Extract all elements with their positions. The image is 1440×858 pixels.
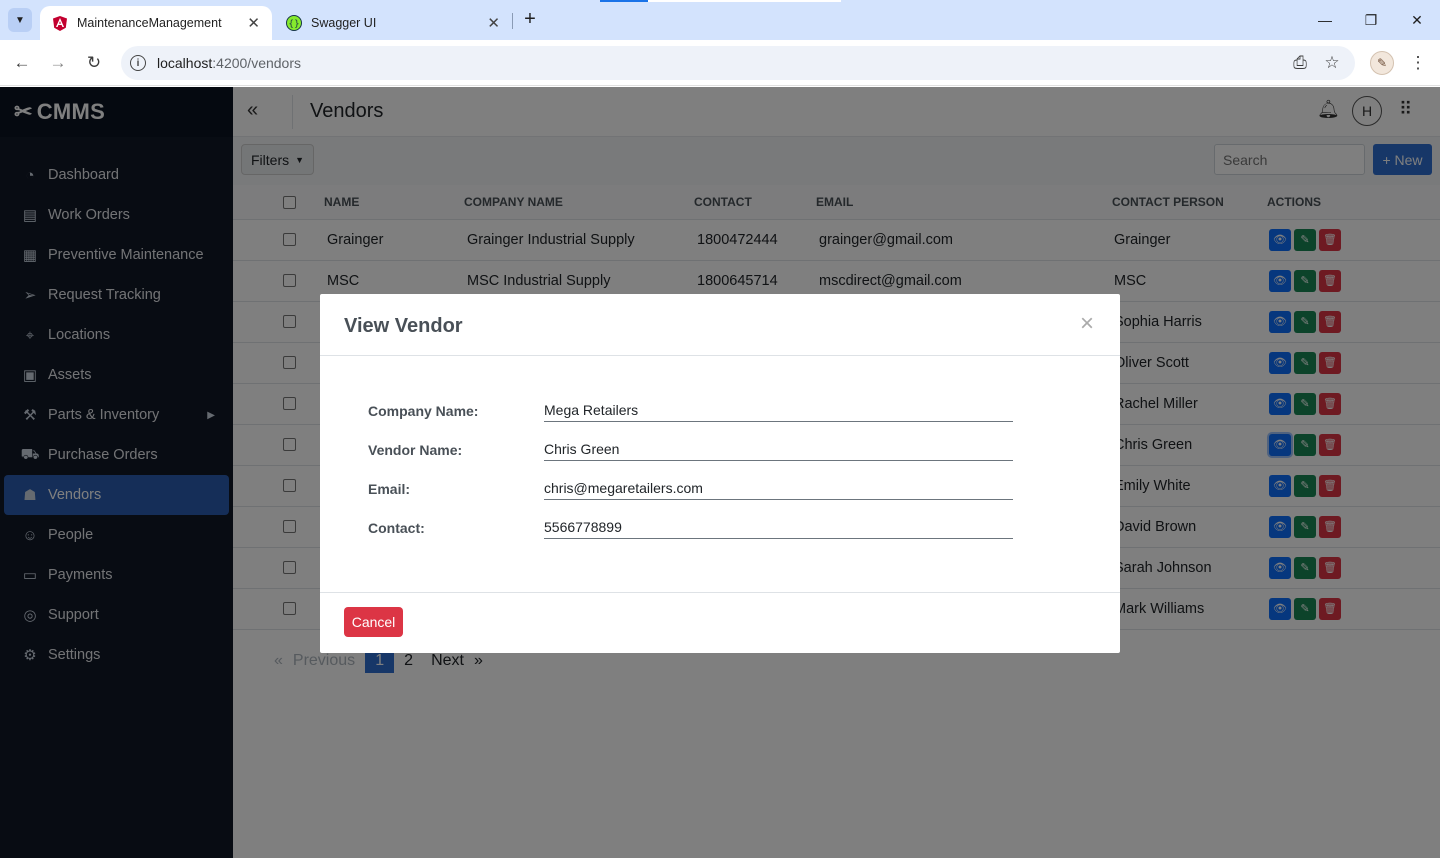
tab-maintenance[interactable]: MaintenanceManagement ✕ [40, 6, 272, 40]
close-tab-icon[interactable]: ✕ [487, 14, 500, 32]
svg-text:{}: {} [288, 20, 299, 30]
browser-toolbar: ← → ↻ i localhost:4200/vendors ⎙ ☆ ✎ ⋮ [0, 40, 1440, 86]
company-name-field[interactable]: Mega Retailers [544, 396, 1013, 422]
browser-menu-icon[interactable]: ⋮ [1406, 51, 1430, 75]
modal-title: View Vendor [344, 315, 463, 337]
company-name-label: Company Name: [368, 403, 479, 419]
bookmark-star-icon[interactable]: ☆ [1320, 51, 1344, 75]
email-label: Email: [368, 481, 411, 497]
company-name-row: Company Name: Mega Retailers [368, 396, 1013, 422]
vendor-name-label: Vendor Name: [368, 442, 463, 458]
url-path: :4200/vendors [212, 55, 301, 71]
site-info-icon[interactable]: i [130, 55, 146, 71]
vendor-name-row: Vendor Name: Chris Green [368, 435, 1013, 461]
view-vendor-modal: View Vendor × Company Name: Mega Retaile… [320, 294, 1120, 653]
install-app-icon[interactable]: ⎙ [1288, 51, 1312, 75]
load-indicator-track [648, 0, 841, 2]
swagger-icon: {} [286, 15, 302, 31]
close-window-icon[interactable]: ✕ [1405, 8, 1429, 32]
url-host: localhost [157, 55, 213, 71]
chevron-down-icon: ▼ [15, 14, 25, 26]
tab-swagger[interactable]: {} Swagger UI ✕ [274, 6, 512, 40]
angular-icon [52, 15, 68, 31]
contact-row: Contact: 5566778899 [368, 513, 1013, 539]
profile-avatar[interactable]: ✎ [1370, 51, 1394, 75]
contact-field[interactable]: 5566778899 [544, 513, 1013, 539]
load-indicator [600, 0, 648, 2]
modal-header: View Vendor × [320, 294, 1120, 356]
close-tab-icon[interactable]: ✕ [247, 14, 260, 32]
forward-arrow-icon[interactable]: → [46, 51, 70, 75]
modal-body: Company Name: Mega Retailers Vendor Name… [320, 356, 1120, 592]
tab-title: Swagger UI [311, 16, 377, 30]
back-arrow-icon[interactable]: ← [10, 51, 34, 75]
vendor-name-field[interactable]: Chris Green [544, 435, 1013, 461]
new-tab-button[interactable]: + [520, 9, 540, 31]
modal-footer: Cancel [320, 592, 1120, 653]
restore-icon[interactable]: ❐ [1359, 8, 1383, 32]
tab-title: MaintenanceManagement [77, 16, 222, 30]
minimize-icon[interactable]: — [1313, 8, 1337, 32]
address-bar[interactable]: i localhost:4200/vendors [121, 46, 1355, 80]
cancel-button[interactable]: Cancel [344, 607, 403, 637]
email-row: Email: chris@megaretailers.com [368, 474, 1013, 500]
contact-label: Contact: [368, 520, 425, 536]
tab-separator [512, 13, 513, 29]
reload-icon[interactable]: ↻ [82, 51, 106, 75]
email-field[interactable]: chris@megaretailers.com [544, 474, 1013, 500]
close-icon[interactable]: × [1080, 312, 1094, 336]
browser-tabstrip: ▼ MaintenanceManagement ✕ {} Swagger UI … [0, 0, 1440, 40]
tab-search-button[interactable]: ▼ [8, 8, 32, 32]
